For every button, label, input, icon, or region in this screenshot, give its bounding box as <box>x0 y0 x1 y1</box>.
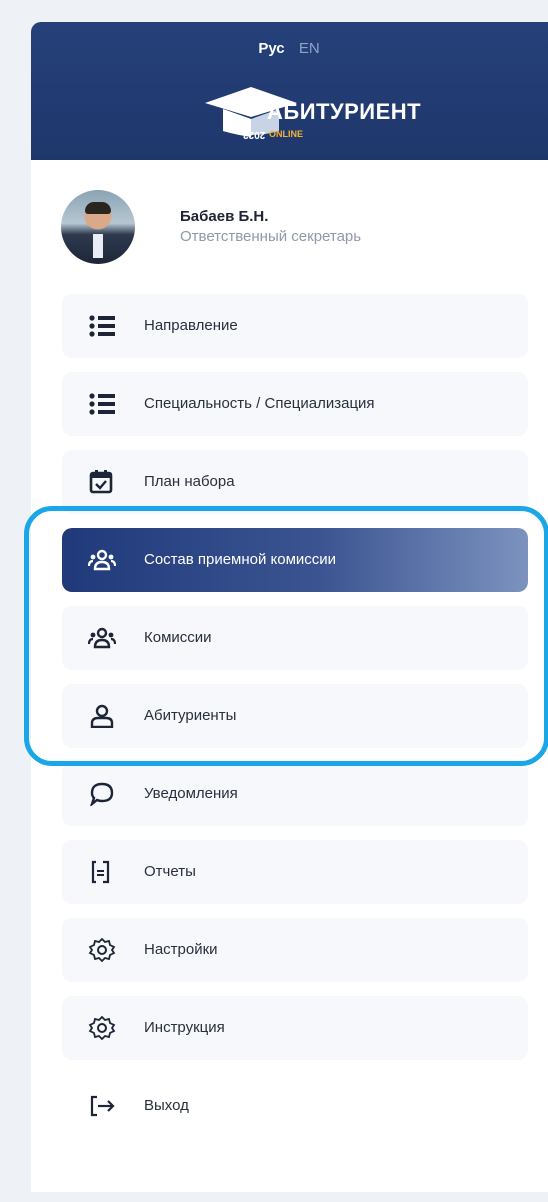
menu-item-label: Комиссии <box>144 629 212 646</box>
menu-item-otchety[interactable]: Отчеты <box>62 840 528 904</box>
list-icon <box>89 315 115 337</box>
logo[interactable]: АБИТУРИЕНТ ONLINE 2022 <box>201 77 421 143</box>
menu-item-label: Выход <box>144 1097 189 1114</box>
sidebar-header: Рус EN АБИТУРИЕНТ ONLINE 2022 <box>31 22 548 160</box>
menu-item-label: Направление <box>144 317 238 334</box>
sidebar: Рус EN АБИТУРИЕНТ ONLINE 2022 Бабаев Б.Н… <box>31 22 548 1192</box>
menu-item-label: Инструкция <box>144 1019 225 1036</box>
gear-icon <box>88 938 116 962</box>
user-role: Ответственный секретарь <box>180 228 362 245</box>
menu-item-label: Абитуриенты <box>144 707 237 724</box>
lang-en-button[interactable]: EN <box>299 40 320 57</box>
calendar-check-icon <box>89 470 113 494</box>
logo-year: 2022 <box>243 129 266 140</box>
menu-item-specialnost[interactable]: Специальность / Специализация <box>62 372 528 436</box>
menu-item-label: Настройки <box>144 941 218 958</box>
menu-item-label: Состав приемной комиссии <box>144 551 337 568</box>
document-icon <box>91 860 110 884</box>
menu-item-plan-nabora[interactable]: План набора <box>62 450 528 514</box>
menu-item-label: План набора <box>144 473 235 490</box>
menu-item-uvedomleniya[interactable]: Уведомления <box>62 762 528 826</box>
menu-item-label: Специальность / Специализация <box>144 395 375 412</box>
menu-item-sostav-komissii[interactable]: Состав приемной комиссии <box>62 528 528 592</box>
chat-bubble-icon <box>90 782 114 806</box>
lang-ru-button[interactable]: Рус <box>258 40 284 57</box>
menu-item-nastroyki[interactable]: Настройки <box>62 918 528 982</box>
avatar <box>61 190 135 264</box>
users-group-icon <box>88 549 116 571</box>
menu-item-napravlenie[interactable]: Направление <box>62 294 528 358</box>
logo-online: ONLINE <box>269 129 304 139</box>
user-icon <box>90 704 114 728</box>
menu-item-label: Отчеты <box>144 863 196 880</box>
language-switcher: Рус EN <box>31 40 547 57</box>
menu-item-label: Уведомления <box>144 785 238 802</box>
list-icon <box>89 393 115 415</box>
user-profile[interactable]: Бабаев Б.Н. Ответственный секретарь <box>61 190 541 270</box>
logo-title: АБИТУРИЕНТ <box>267 99 422 124</box>
user-name: Бабаев Б.Н. <box>180 208 269 225</box>
menu-item-instrukciya[interactable]: Инструкция <box>62 996 528 1060</box>
gear-icon <box>88 1016 116 1040</box>
menu-item-abiturienty[interactable]: Абитуриенты <box>62 684 528 748</box>
menu-item-vyhod[interactable]: Выход <box>62 1074 528 1138</box>
menu-item-komissii[interactable]: Комиссии <box>62 606 528 670</box>
logout-icon <box>90 1095 115 1117</box>
users-group-icon <box>88 627 116 649</box>
